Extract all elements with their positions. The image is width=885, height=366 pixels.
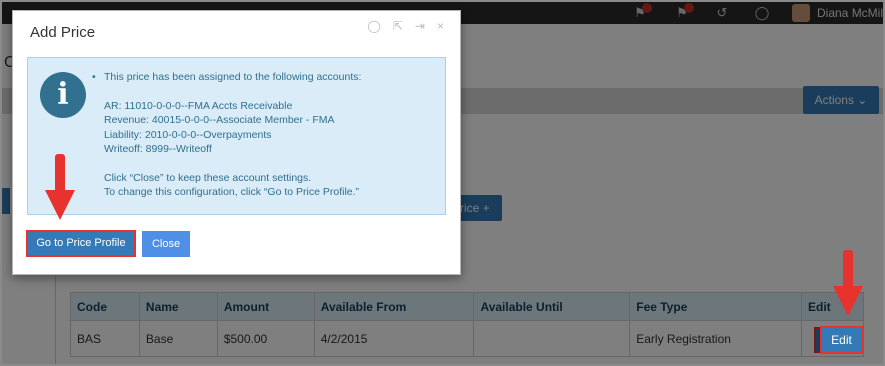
popout-icon[interactable]: ⇱: [393, 19, 403, 33]
export-icon[interactable]: ⇥: [415, 19, 425, 33]
arrow-down-icon: [45, 154, 75, 220]
info-message: • This price has been assigned to the fo…: [92, 70, 434, 200]
note-close: Click “Close” to keep these account sett…: [104, 171, 312, 184]
account-liability: Liability: 2010-0-0-0--Overpayments: [104, 128, 272, 141]
info-heading: This price has been assigned to the foll…: [104, 71, 362, 83]
go-to-price-profile-button[interactable]: Go to Price Profile: [26, 230, 136, 257]
modal-title: Add Price: [30, 24, 96, 41]
screenshot-frame: ⚑ ⚑ ↺ ◯ Diana McMilli C Actions ⌄ rice +…: [0, 0, 885, 366]
modal-toolbar: ◯ ⇱ ⇥ ×: [367, 19, 444, 33]
edit-button-highlight[interactable]: Edit: [820, 326, 863, 354]
info-icon: i: [40, 72, 86, 118]
account-writeoff: Writeoff: 8999--Writeoff: [104, 143, 212, 155]
arrow-down-icon: [833, 250, 863, 316]
comment-icon[interactable]: ◯: [367, 19, 380, 33]
account-revenue: Revenue: 40015-0-0-0--Associate Member -…: [104, 114, 335, 126]
note-profile: To change this configuration, click “Go …: [104, 186, 360, 198]
info-alert: i • This price has been assigned to the …: [27, 57, 446, 215]
close-button[interactable]: Close: [142, 231, 190, 257]
add-price-modal: Add Price ◯ ⇱ ⇥ × i • This price has bee…: [12, 10, 461, 275]
bullet-icon: •: [92, 71, 96, 83]
close-icon[interactable]: ×: [437, 19, 444, 33]
account-ar: AR: 11010-0-0-0--FMA Accts Receivable: [104, 99, 293, 112]
